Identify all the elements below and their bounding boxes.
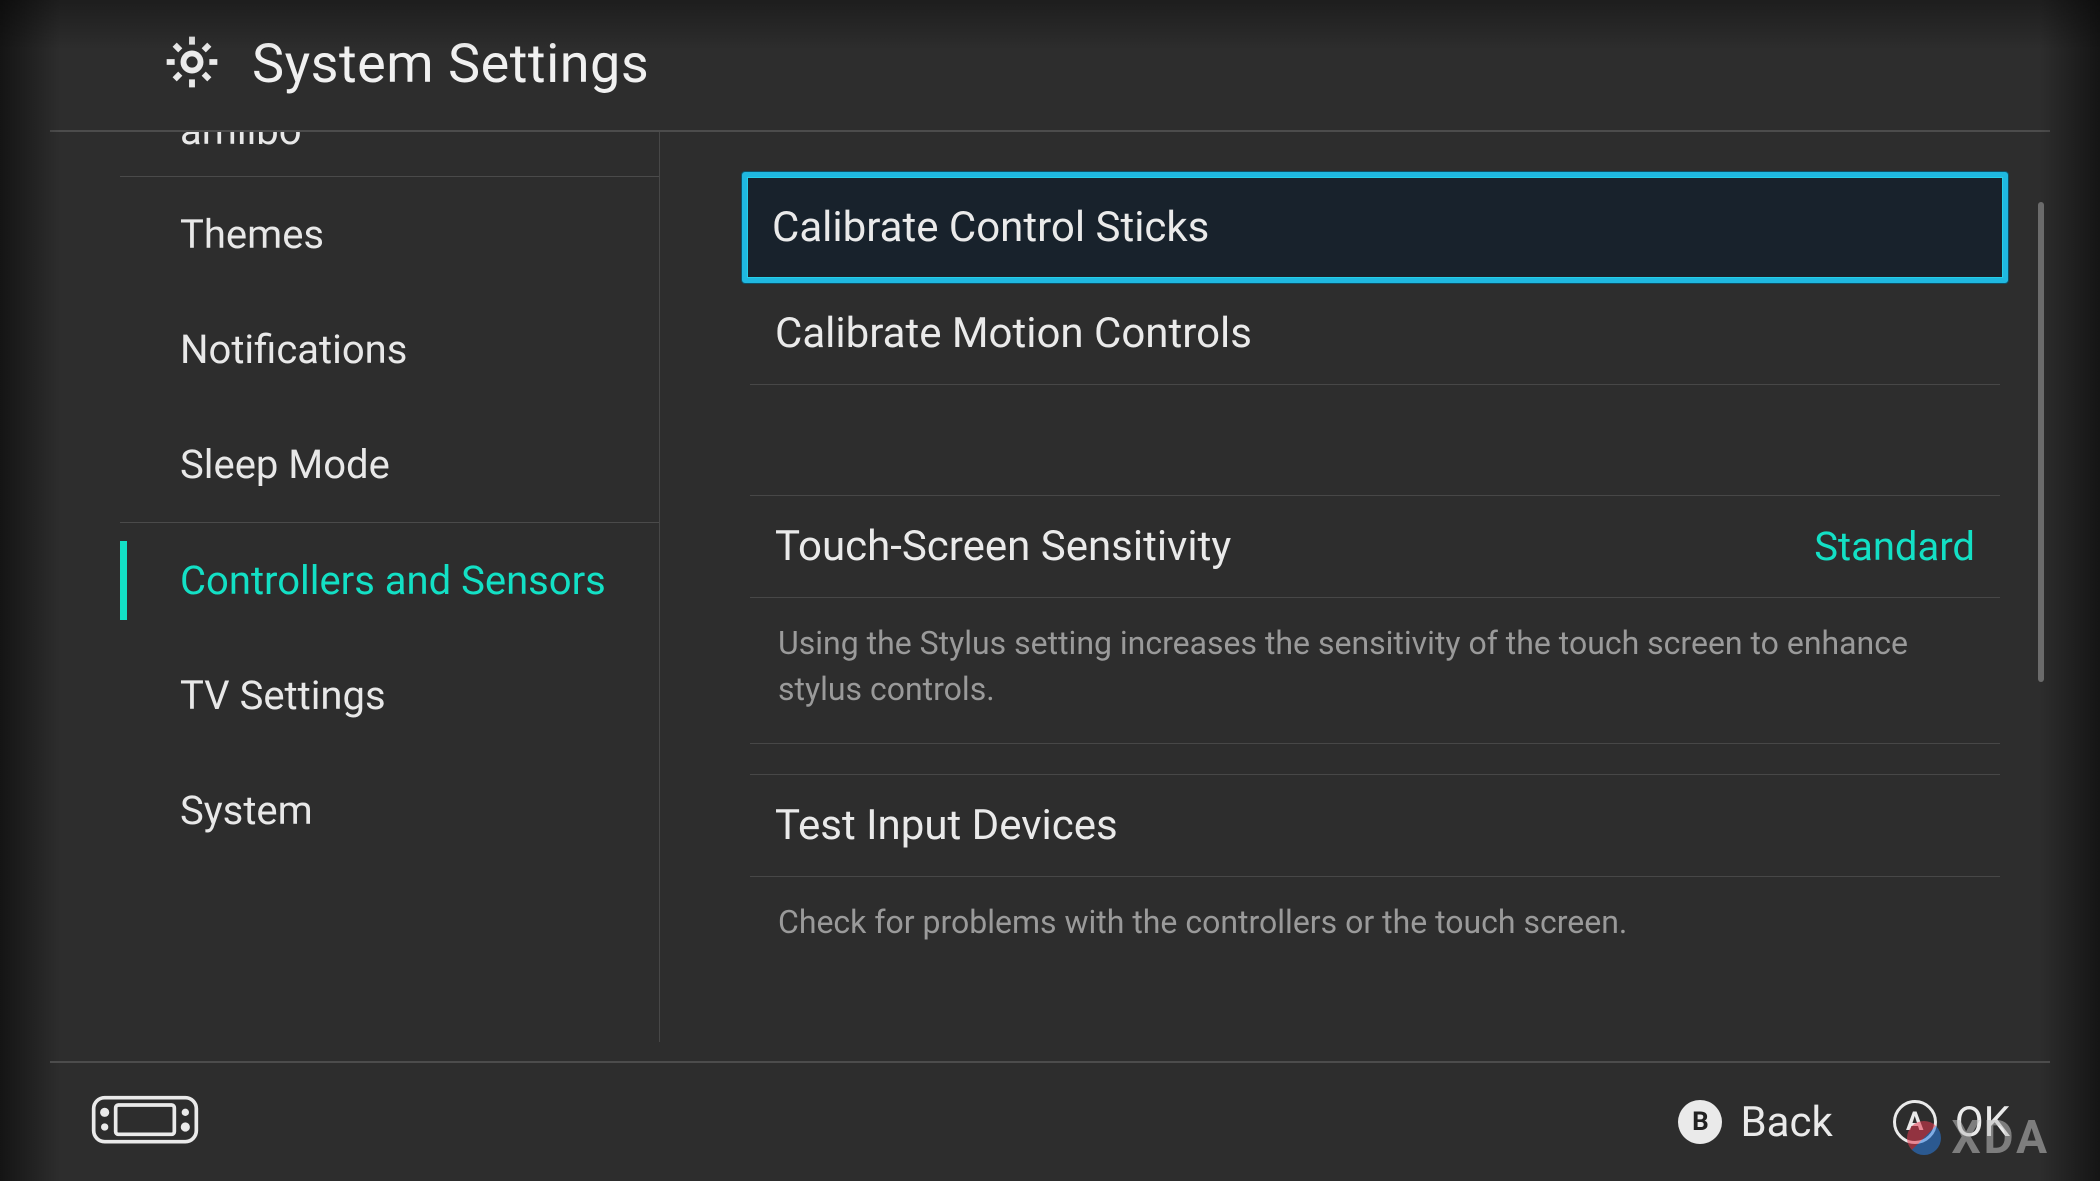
option-label: Calibrate Motion Controls <box>775 309 2000 358</box>
footer-button-back[interactable]: B Back <box>1678 1098 1832 1147</box>
sidebar-item-sleep-mode[interactable]: Sleep Mode <box>120 407 660 522</box>
page-title: System Settings <box>252 33 649 96</box>
b-button-icon: B <box>1678 1100 1722 1144</box>
footer: B Back A OK <box>50 1061 2050 1181</box>
sidebar-item-system[interactable]: System <box>120 753 660 868</box>
sidebar-item-notifications[interactable]: Notifications <box>120 292 660 407</box>
option-test-input-devices[interactable]: Test Input Devices <box>750 774 2000 877</box>
option-calibrate-motion-controls[interactable]: Calibrate Motion Controls <box>750 283 2000 385</box>
controller-icon <box>90 1094 200 1149</box>
option-calibrate-control-sticks[interactable]: Calibrate Control Sticks <box>742 172 2008 283</box>
sidebar-item-amiibo[interactable]: amiibo <box>120 132 660 176</box>
main: amiibo Themes Notifications Sleep Mode C… <box>50 132 2050 1042</box>
option-description: Check for problems with the controllers … <box>750 877 2000 975</box>
footer-button-ok[interactable]: A OK <box>1893 1098 2010 1147</box>
scrollbar[interactable] <box>2038 202 2044 682</box>
option-label: Calibrate Control Sticks <box>772 203 2003 252</box>
option-description: Using the Stylus setting increases the s… <box>750 598 2000 744</box>
header: System Settings <box>50 0 2050 132</box>
sidebar-item-tv-settings[interactable]: TV Settings <box>120 638 660 753</box>
sidebar-item-themes[interactable]: Themes <box>120 177 660 292</box>
gear-icon <box>160 30 224 98</box>
option-touch-screen-sensitivity[interactable]: Touch-Screen Sensitivity Standard <box>750 495 2000 598</box>
sidebar-item-controllers-and-sensors[interactable]: Controllers and Sensors <box>120 523 660 638</box>
option-value: Standard <box>1814 523 1975 570</box>
a-button-icon: A <box>1893 1100 1937 1144</box>
content-panel: Calibrate Control Sticks Calibrate Motio… <box>660 132 2050 1042</box>
option-label: Touch-Screen Sensitivity <box>775 522 1231 571</box>
footer-button-label: OK <box>1955 1098 2010 1147</box>
sidebar: amiibo Themes Notifications Sleep Mode C… <box>50 132 660 1042</box>
spacer <box>750 385 2050 495</box>
option-label: Test Input Devices <box>775 801 2000 850</box>
footer-button-label: Back <box>1740 1098 1832 1147</box>
